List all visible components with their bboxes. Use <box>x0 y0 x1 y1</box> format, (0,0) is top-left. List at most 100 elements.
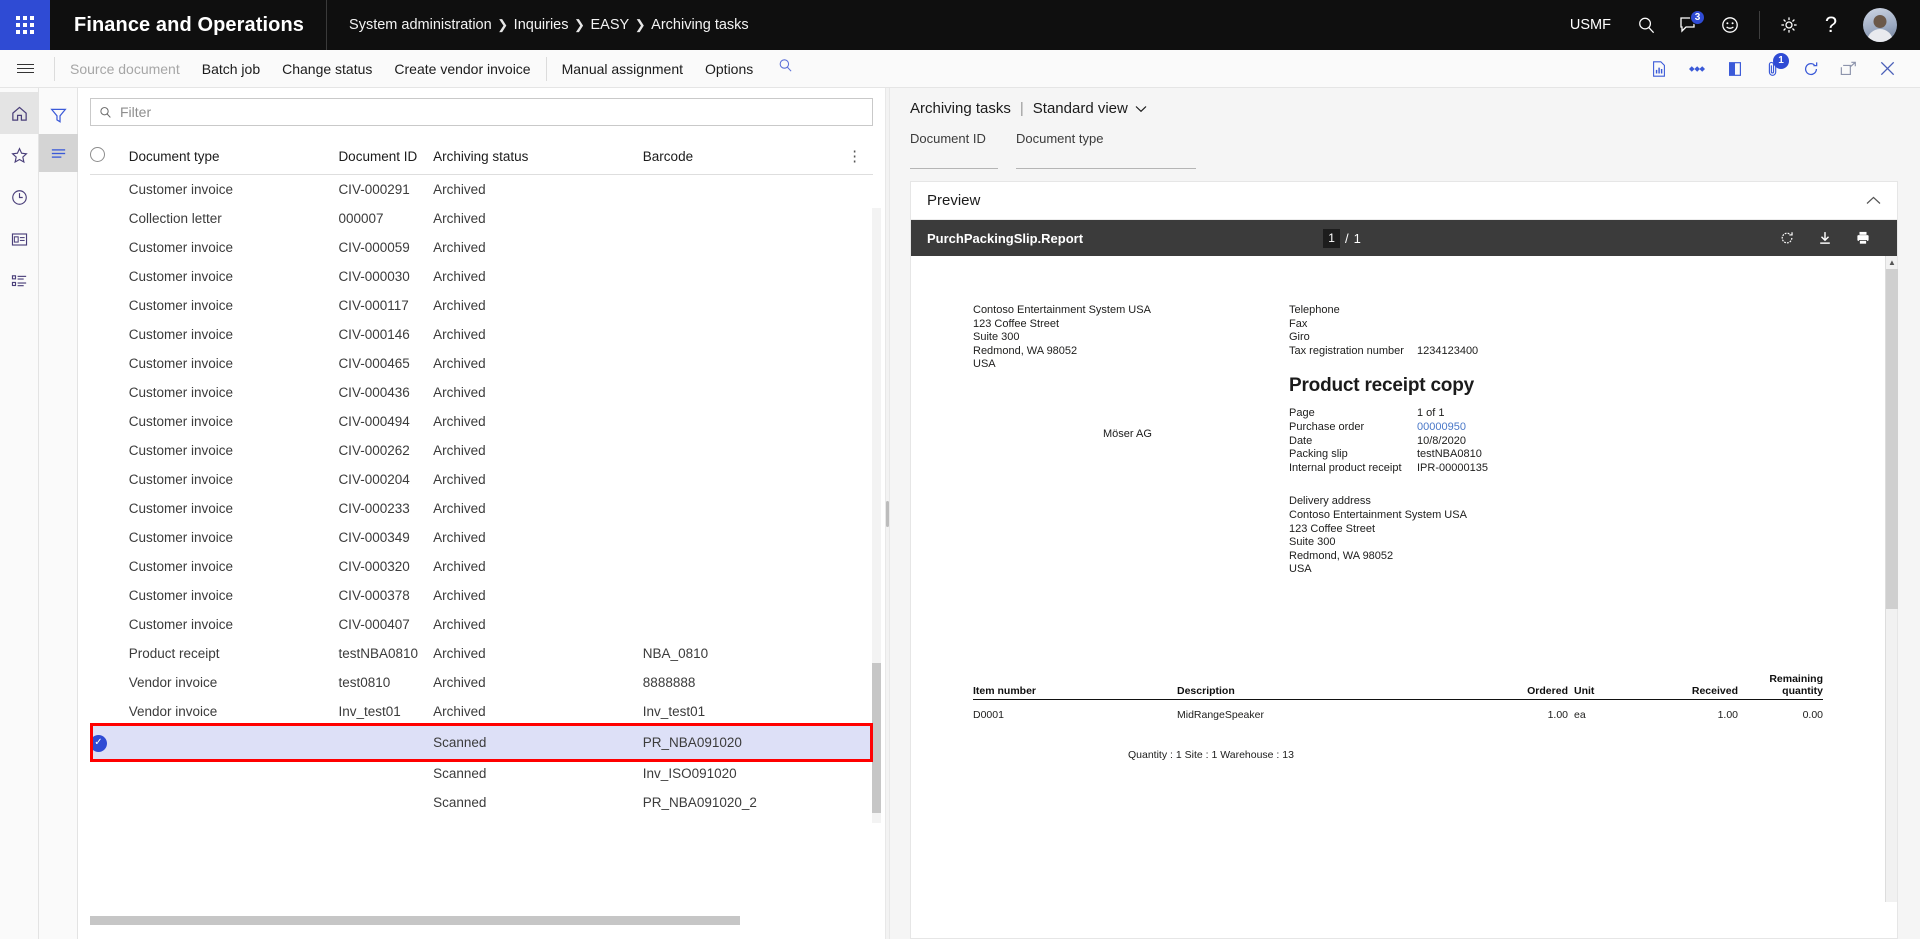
list-view-button[interactable] <box>39 134 78 172</box>
report-button[interactable] <box>1640 50 1678 88</box>
row-select-cell[interactable] <box>90 262 129 291</box>
breadcrumb-item-system-administration[interactable]: System administration <box>349 17 492 33</box>
viewer-print-button[interactable] <box>1855 230 1871 246</box>
table-row[interactable]: Customer invoice CIV-000494 Archived <box>90 407 873 436</box>
document-scroll-thumb[interactable] <box>1886 269 1898 609</box>
row-select-cell[interactable] <box>90 204 129 233</box>
row-select-cell[interactable] <box>90 523 129 552</box>
open-in-new-window-button[interactable] <box>1830 50 1868 88</box>
sidebar-item-home[interactable] <box>0 92 39 134</box>
column-options-header[interactable]: ⋮ <box>847 140 873 175</box>
viewer-refresh-button[interactable] <box>1779 230 1795 246</box>
table-row[interactable]: Vendor invoice test0810 Archived 8888888 <box>90 668 873 697</box>
table-row[interactable]: Customer invoice CIV-000349 Archived <box>90 523 873 552</box>
company-selector-button[interactable]: USMF <box>1556 0 1625 50</box>
table-row[interactable]: Customer invoice CIV-000407 Archived <box>90 610 873 639</box>
table-row[interactable]: Vendor invoice Inv_test01 Archived Inv_test… <box>90 697 873 726</box>
column-header-archiving-status[interactable]: Archiving status <box>433 140 643 175</box>
row-select-cell[interactable] <box>90 494 129 523</box>
row-select-cell[interactable] <box>90 581 129 610</box>
current-page-input[interactable]: 1 <box>1323 228 1341 248</box>
action-options[interactable]: Options <box>694 50 764 88</box>
row-select-cell[interactable] <box>90 788 129 817</box>
feedback-button[interactable] <box>1709 0 1751 50</box>
action-manual-assignment[interactable]: Manual assignment <box>551 50 694 88</box>
scroll-up-arrow-icon[interactable]: ▲ <box>1886 256 1898 269</box>
attachments-button[interactable]: 1 <box>1754 50 1792 88</box>
row-select-cell[interactable] <box>90 233 129 262</box>
grid-vertical-scrollbar[interactable] <box>872 208 881 823</box>
row-select-cell[interactable] <box>90 759 129 788</box>
settings-button[interactable] <box>1768 0 1810 50</box>
grid-filter-box[interactable] <box>90 98 873 126</box>
viewer-download-button[interactable] <box>1817 230 1833 246</box>
row-select-cell[interactable] <box>90 465 129 494</box>
table-row[interactable]: Customer invoice CIV-000146 Archived <box>90 320 873 349</box>
page-options-button[interactable] <box>1716 50 1754 88</box>
refresh-button[interactable] <box>1792 50 1830 88</box>
field-document-type[interactable]: Document type <box>1016 131 1196 169</box>
notifications-button[interactable]: 3 <box>1667 0 1709 50</box>
column-header-document-type[interactable]: Document type <box>128 140 339 175</box>
row-select-cell[interactable] <box>90 639 129 668</box>
breadcrumb-item-archiving-tasks[interactable]: Archiving tasks <box>651 17 749 33</box>
row-select-cell[interactable] <box>90 610 129 639</box>
table-row[interactable]: Customer invoice CIV-000204 Archived <box>90 465 873 494</box>
filter-input[interactable] <box>120 104 864 120</box>
row-select-cell[interactable] <box>90 291 129 320</box>
action-pane-search-button[interactable] <box>764 50 807 88</box>
row-select-cell[interactable] <box>90 175 129 205</box>
column-header-barcode[interactable]: Barcode <box>642 140 848 175</box>
sidebar-item-favorites[interactable] <box>0 134 39 176</box>
select-all-header[interactable] <box>90 140 129 175</box>
grid-horizontal-scrollbar[interactable] <box>90 916 740 925</box>
close-button[interactable] <box>1868 50 1906 88</box>
row-select-cell[interactable] <box>90 378 129 407</box>
action-batch-job[interactable]: Batch job <box>191 50 271 88</box>
field-document-id[interactable]: Document ID <box>910 131 998 169</box>
table-row[interactable]: Customer invoice CIV-000117 Archived <box>90 291 873 320</box>
sidebar-item-recent[interactable] <box>0 176 39 218</box>
document-vertical-scrollbar[interactable]: ▲ <box>1885 256 1898 902</box>
sidebar-item-modules[interactable] <box>0 260 39 302</box>
table-row[interactable]: Collection letter 000007 Archived <box>90 204 873 233</box>
row-select-cell[interactable] <box>90 697 129 726</box>
row-select-cell[interactable] <box>90 320 129 349</box>
table-row[interactable]: Customer invoice CIV-000059 Archived <box>90 233 873 262</box>
table-row[interactable]: Scanned PR_NBA091020_2 <box>90 788 873 817</box>
table-row[interactable]: Customer invoice CIV-000436 Archived <box>90 378 873 407</box>
row-select-cell[interactable] <box>90 349 129 378</box>
action-source-document[interactable]: Source document <box>59 50 191 88</box>
table-row[interactable]: Product receipt testNBA0810 Archived NBA_08… <box>90 639 873 668</box>
detail-title[interactable]: Archiving tasks <box>910 100 1011 117</box>
table-row[interactable]: ✓ Scanned PR_NBA091020 <box>90 726 873 759</box>
navigation-menu-button[interactable] <box>0 50 50 88</box>
purchase-order-link[interactable]: 00000950 <box>1417 421 1466 435</box>
row-select-cell[interactable] <box>90 552 129 581</box>
table-row[interactable]: Customer invoice CIV-000291 Archived <box>90 175 873 205</box>
select-all-circle-icon[interactable] <box>90 147 105 162</box>
table-row[interactable]: Customer invoice CIV-000465 Archived <box>90 349 873 378</box>
table-row[interactable]: Customer invoice CIV-000262 Archived <box>90 436 873 465</box>
row-select-cell[interactable] <box>90 436 129 465</box>
preview-panel-header[interactable]: Preview <box>911 182 1897 220</box>
row-select-cell[interactable] <box>90 407 129 436</box>
table-row[interactable]: Customer invoice CIV-000030 Archived <box>90 262 873 291</box>
global-search-button[interactable] <box>1625 0 1667 50</box>
filter-pane-button[interactable] <box>39 96 78 134</box>
action-create-vendor-invoice[interactable]: Create vendor invoice <box>383 50 541 88</box>
row-checked-icon[interactable]: ✓ <box>90 734 107 752</box>
table-row[interactable]: Customer invoice CIV-000233 Archived <box>90 494 873 523</box>
view-selector[interactable]: Standard view <box>1033 100 1147 117</box>
action-change-status[interactable]: Change status <box>271 50 383 88</box>
app-launcher-waffle-button[interactable] <box>0 0 50 50</box>
table-row[interactable]: Scanned Inv_ISO091020 <box>90 759 873 788</box>
row-select-cell[interactable] <box>90 668 129 697</box>
breadcrumb-item-easy[interactable]: EASY <box>590 17 629 33</box>
column-header-document-id[interactable]: Document ID <box>338 140 434 175</box>
table-row[interactable]: Customer invoice CIV-000378 Archived <box>90 581 873 610</box>
related-information-button[interactable] <box>1678 50 1716 88</box>
row-select-cell[interactable]: ✓ <box>90 726 129 759</box>
more-options-icon[interactable]: ⋮ <box>847 148 862 165</box>
preview-collapse-button[interactable] <box>1866 193 1881 208</box>
